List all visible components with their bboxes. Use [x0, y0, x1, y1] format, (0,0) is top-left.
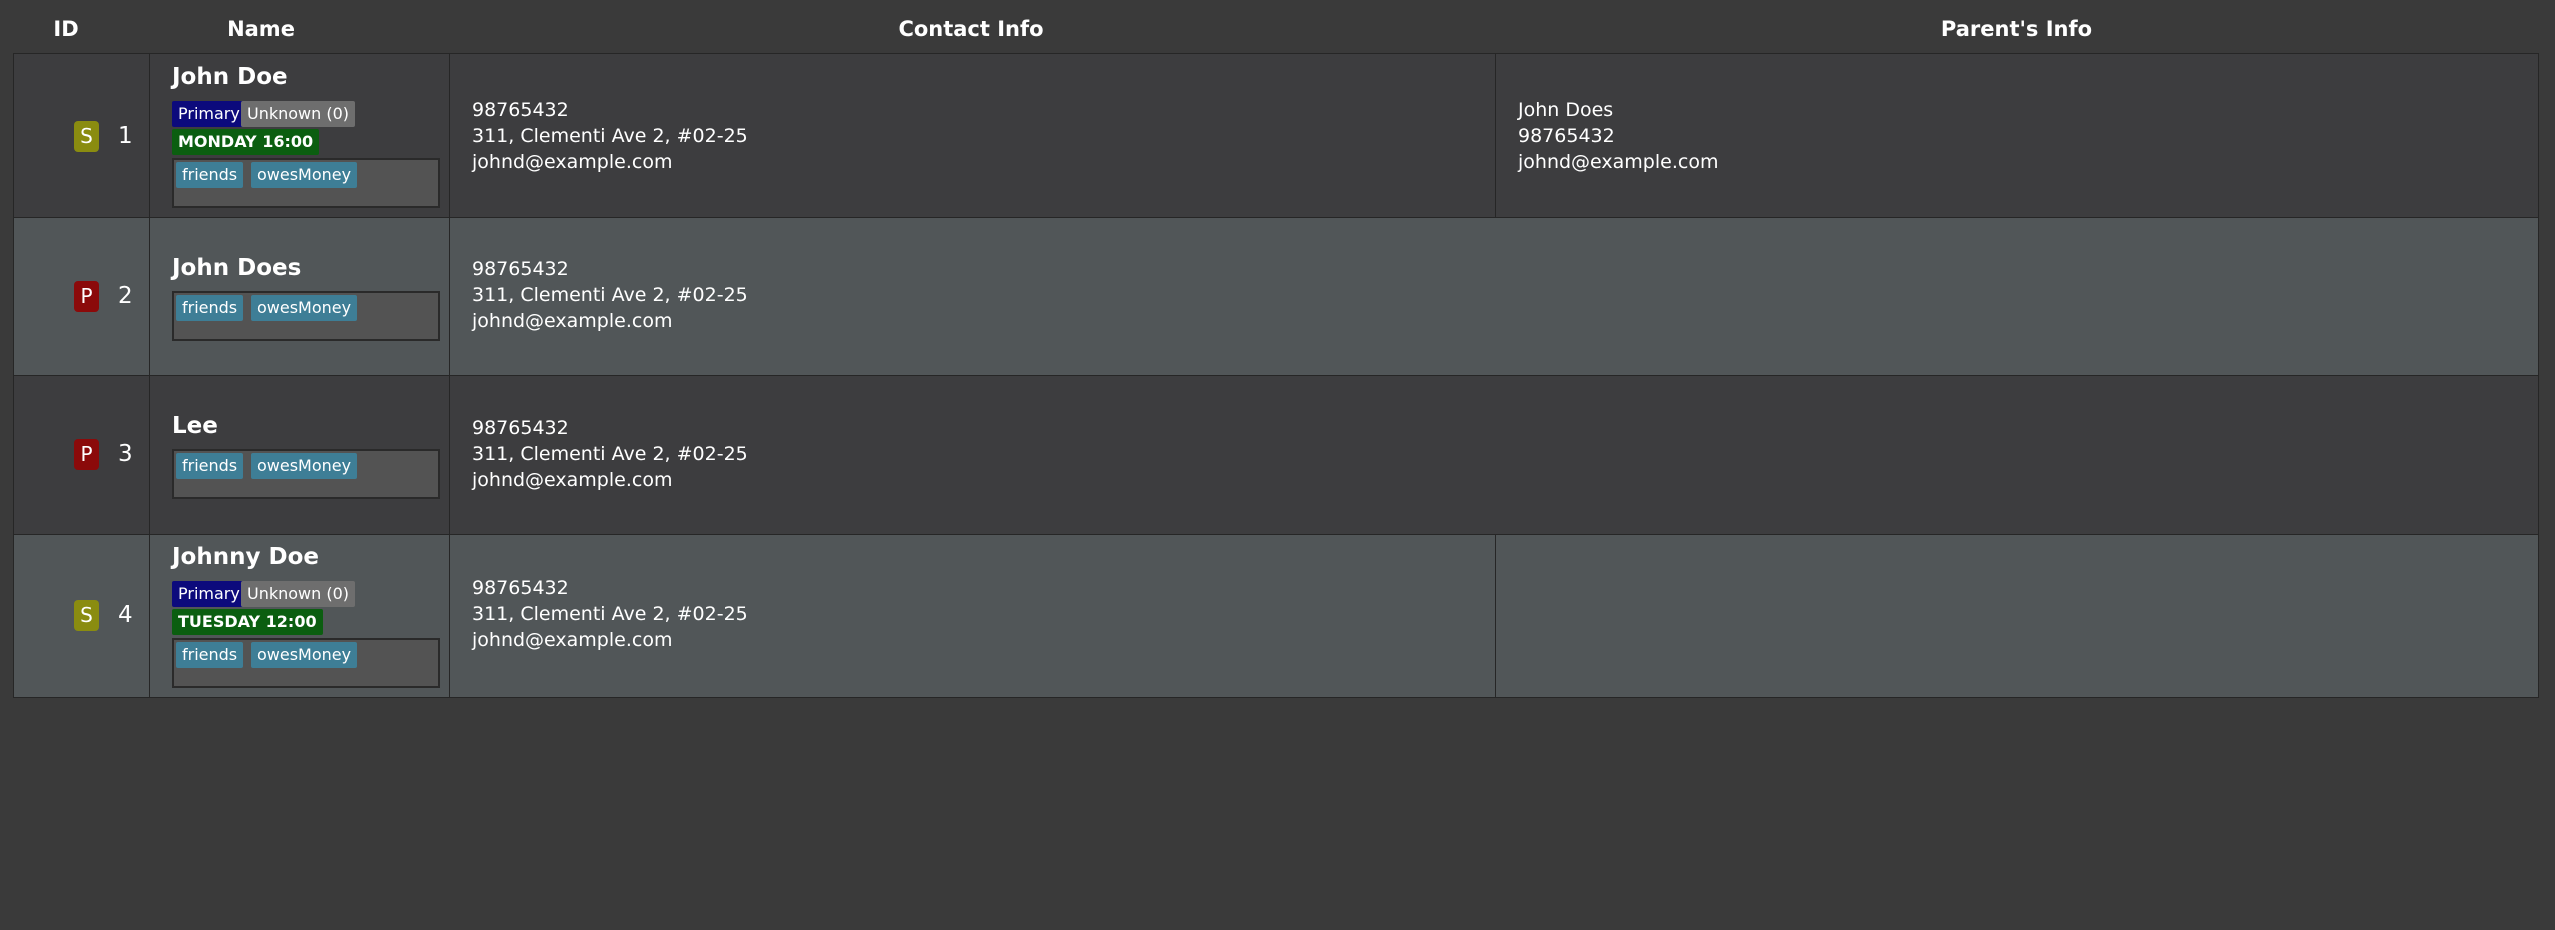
tag-list: friends owesMoney	[172, 449, 440, 499]
parent-email-text: johnd@example.com	[1518, 151, 1719, 173]
row-id: 2	[118, 283, 133, 309]
address-text: 311, Clementi Ave 2, #02-25	[472, 443, 748, 465]
parent-badge: P	[74, 439, 99, 470]
person-name: Johnny Doe	[172, 544, 319, 570]
tag-list: friends owesMoney	[172, 291, 440, 341]
column-header-id: ID	[53, 17, 79, 41]
student-badge: S	[74, 121, 99, 152]
column-header-parent: Parent's Info	[1940, 17, 2093, 41]
email-text: johnd@example.com	[472, 469, 673, 491]
person-name: John Does	[172, 255, 302, 281]
person-list-view: ID Name Contact Info Parent's Info S 1 J…	[0, 0, 2555, 930]
tag-chip-friends: friends	[176, 642, 244, 668]
row-id: 4	[118, 602, 133, 628]
tag-chip-owesmoney: owesMoney	[251, 453, 358, 479]
parent-name-text: John Does	[1518, 99, 1614, 121]
schedule-tag: TUESDAY 12:00	[172, 609, 323, 635]
contact-cell: 98765432 311, Clementi Ave 2, #02-25 joh…	[449, 218, 2540, 375]
parent-phone-text: 98765432	[1518, 125, 1615, 147]
email-text: johnd@example.com	[472, 629, 673, 651]
phone-text: 98765432	[472, 417, 569, 439]
parent-cell	[1495, 535, 2540, 697]
tag-chip-friends: friends	[176, 162, 244, 188]
tag-chip-owesmoney: owesMoney	[251, 642, 358, 668]
id-cell: S 4	[14, 535, 149, 697]
tag-chip-owesmoney: owesMoney	[251, 162, 358, 188]
id-cell: P 3	[14, 376, 149, 534]
tag-chip-friends: friends	[176, 295, 244, 321]
status-tag: Unknown (0)	[241, 101, 356, 127]
table-row[interactable]: P 3 Lee friends owesMoney 98765432 311, …	[13, 375, 2539, 535]
row-id: 1	[118, 123, 133, 149]
phone-text: 98765432	[472, 258, 569, 280]
name-cell: Johnny Doe Primary Unknown (0) TUESDAY 1…	[149, 535, 449, 697]
address-text: 311, Clementi Ave 2, #02-25	[472, 284, 748, 306]
address-text: 311, Clementi Ave 2, #02-25	[472, 125, 748, 147]
row-id: 3	[118, 441, 133, 467]
email-text: johnd@example.com	[472, 151, 673, 173]
parent-cell: John Does 98765432 johnd@example.com	[1495, 54, 2540, 217]
id-cell: S 1	[14, 54, 149, 217]
name-cell: Lee friends owesMoney	[149, 376, 449, 534]
tag-list: friends owesMoney	[172, 638, 440, 688]
name-cell: John Doe Primary Unknown (0) MONDAY 16:0…	[149, 54, 449, 217]
tag-chip-owesmoney: owesMoney	[251, 295, 358, 321]
person-name: John Doe	[172, 64, 288, 90]
priority-tag: Primary	[172, 101, 246, 127]
schedule-tag: MONDAY 16:00	[172, 129, 320, 155]
name-cell: John Does friends owesMoney	[149, 218, 449, 375]
table-row[interactable]: S 4 Johnny Doe Primary Unknown (0) TUESD…	[13, 534, 2539, 698]
phone-text: 98765432	[472, 99, 569, 121]
person-name: Lee	[172, 413, 218, 439]
tag-chip-friends: friends	[176, 453, 244, 479]
priority-tag: Primary	[172, 581, 246, 607]
address-text: 311, Clementi Ave 2, #02-25	[472, 603, 748, 625]
phone-text: 98765432	[472, 577, 569, 599]
tag-list: friends owesMoney	[172, 158, 440, 208]
contact-cell: 98765432 311, Clementi Ave 2, #02-25 joh…	[449, 376, 2540, 534]
table-row[interactable]: S 1 John Doe Primary Unknown (0) MONDAY …	[13, 53, 2539, 218]
contact-cell: 98765432 311, Clementi Ave 2, #02-25 joh…	[449, 54, 1495, 217]
email-text: johnd@example.com	[472, 310, 673, 332]
id-cell: P 2	[14, 218, 149, 375]
contact-cell: 98765432 311, Clementi Ave 2, #02-25 joh…	[449, 535, 1495, 697]
table-row[interactable]: P 2 John Does friends owesMoney 98765432…	[13, 217, 2539, 376]
status-tag: Unknown (0)	[241, 581, 356, 607]
column-header-contact: Contact Info	[898, 17, 1044, 41]
parent-badge: P	[74, 281, 99, 312]
column-header-name: Name	[227, 17, 295, 41]
student-badge: S	[74, 600, 99, 631]
